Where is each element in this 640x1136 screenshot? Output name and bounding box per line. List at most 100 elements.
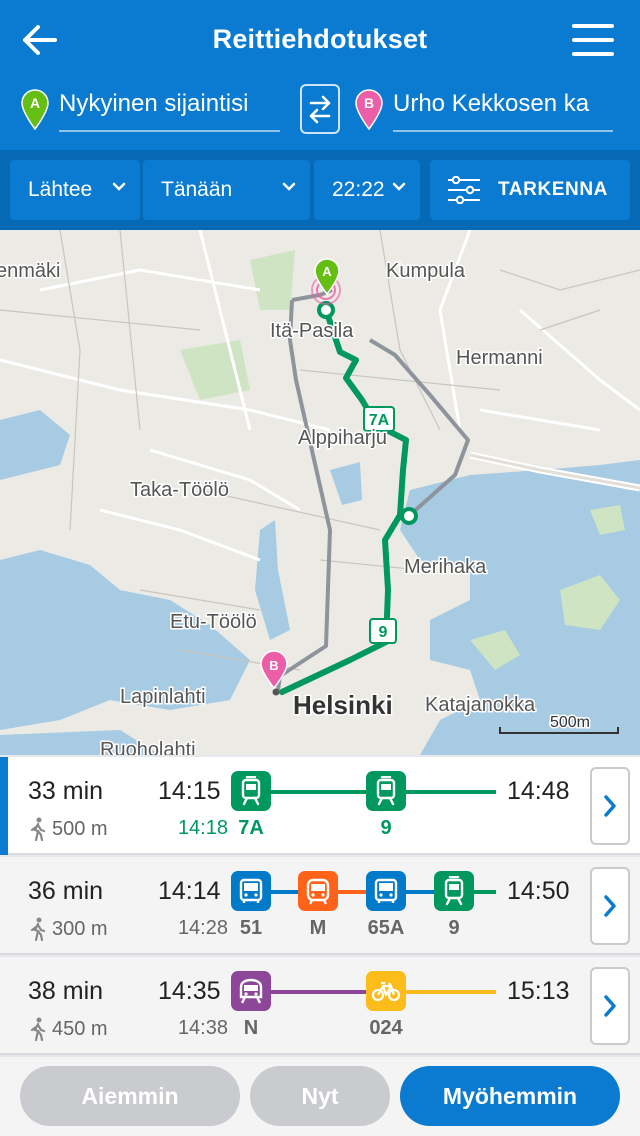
depart-label: Lähtee — [28, 178, 93, 201]
place-label: Lapinlahti — [120, 686, 206, 708]
chevron-down-icon — [112, 182, 126, 191]
line-label: 9 — [448, 917, 460, 939]
route-duration: 36 min — [28, 877, 104, 905]
place-label: enmäki — [0, 260, 60, 282]
route-start-stop — [317, 301, 335, 319]
swap-button[interactable] — [300, 84, 340, 134]
chevron-right-icon — [604, 895, 616, 917]
transfer-stop — [400, 507, 418, 525]
place-label: Ruoholahti — [100, 739, 196, 755]
header: Reittiehdotukset A Nykyinen sijaintisi B… — [0, 0, 640, 230]
leg-line — [270, 890, 300, 894]
place-label: Kumpula — [386, 260, 466, 282]
time-label: 22:22 — [332, 178, 385, 201]
later-button[interactable]: Myöhemmin — [400, 1066, 620, 1126]
walk-icon — [30, 817, 46, 841]
stop-departure-time: 14:38 — [177, 1017, 228, 1039]
stop-departure-time: 14:18 — [177, 817, 228, 839]
top-bar: Reittiehdotukset — [0, 0, 640, 80]
leg-line — [406, 790, 496, 794]
place-label: Katajanokka — [425, 694, 536, 716]
walk-icon — [30, 917, 46, 941]
earlier-button[interactable]: Aiemmin — [20, 1066, 240, 1126]
map-origin-pin-letter: A — [322, 264, 332, 279]
destination-pin-icon: B — [355, 89, 383, 130]
tram-icon — [231, 771, 271, 811]
leg-line — [338, 890, 368, 894]
origin-field[interactable]: Nykyinen sijaintisi — [59, 84, 280, 132]
route-map[interactable]: 7A 9 enmäki Kumpula Itä-Pasila Hermanni … — [0, 230, 640, 755]
route-details-button[interactable] — [590, 767, 630, 845]
walk-distance-value: 300 m — [52, 917, 108, 940]
leg-line — [270, 790, 366, 794]
tram-icon — [366, 771, 406, 811]
menu-button[interactable] — [572, 24, 614, 56]
train-icon — [231, 971, 271, 1011]
leg-line — [270, 990, 366, 994]
map-scale-label: 500m — [550, 714, 590, 731]
time-select[interactable]: 22:22 — [314, 160, 420, 220]
route-end-point — [272, 688, 280, 696]
tram-icon — [434, 871, 474, 911]
citybike-icon — [366, 971, 406, 1011]
walk-icon — [30, 1017, 46, 1041]
place-label: Itä-Pasila — [270, 320, 354, 342]
route-option[interactable]: 38 min 450 m 14:35 14:38 N 024 15:13 — [0, 957, 640, 1055]
route-list: 33 min 500 m 14:15 14:18 7A 9 14:48 36 m… — [0, 757, 640, 1057]
origin-pin-letter: A — [30, 95, 40, 111]
line-label: 65A — [367, 917, 405, 939]
line-label: 9 — [380, 817, 392, 839]
place-label: Alppiharju — [298, 427, 387, 449]
time-navigation: Aiemmin Nyt Myöhemmin — [0, 1057, 640, 1136]
route-duration: 38 min — [28, 977, 104, 1005]
line-label: M — [309, 917, 327, 939]
walk-distance: 450 m — [30, 1017, 108, 1041]
route-details-button[interactable] — [590, 967, 630, 1045]
chevron-right-icon — [604, 995, 616, 1017]
route-details-button[interactable] — [590, 867, 630, 945]
hamburger-icon-bar — [572, 52, 614, 56]
place-label: Merihaka — [404, 556, 487, 578]
place-label: Etu-Töölö — [170, 611, 257, 633]
sliders-icon — [448, 176, 480, 204]
date-label: Tänään — [161, 178, 233, 201]
line-label: 51 — [239, 917, 263, 939]
departure-time: 14:14 — [158, 877, 221, 905]
departure-time: 14:35 — [158, 977, 221, 1005]
walk-distance-value: 450 m — [52, 1017, 108, 1040]
swap-arrows-icon — [309, 95, 331, 124]
stop-departure-time: 14:28 — [177, 917, 228, 939]
map-canvas[interactable]: 7A 9 enmäki Kumpula Itä-Pasila Hermanni … — [0, 230, 640, 755]
date-select[interactable]: Tänään — [143, 160, 310, 220]
departure-time: 14:15 — [158, 777, 221, 805]
arrival-time: 15:13 — [507, 977, 570, 1005]
bus-icon — [231, 871, 271, 911]
destination-field[interactable]: Urho Kekkosen ka — [393, 84, 613, 132]
route-option[interactable]: 33 min 500 m 14:15 14:18 7A 9 14:48 — [0, 757, 640, 855]
walk-distance: 300 m — [30, 917, 108, 941]
place-label: Taka-Töölö — [130, 479, 229, 501]
leg-line — [474, 890, 496, 894]
line-label: 7A — [238, 817, 264, 839]
route-duration: 33 min — [28, 777, 104, 805]
route-option[interactable]: 36 min 300 m 14:14 14:28 51 M 65A 9 14:5… — [0, 857, 640, 955]
chevron-right-icon — [604, 795, 616, 817]
origin-pin-icon: A — [21, 89, 49, 130]
refine-label: TARKENNA — [498, 179, 608, 200]
place-label: Hermanni — [456, 347, 543, 369]
destination-pin-letter: B — [364, 95, 374, 111]
page-title: Reittiehdotukset — [212, 24, 428, 54]
place-label-city: Helsinki — [293, 690, 393, 720]
leg-line — [406, 890, 434, 894]
map-destination-pin-icon[interactable]: B — [260, 650, 288, 690]
depart-arrive-select[interactable]: Lähtee — [10, 160, 140, 220]
refine-button[interactable]: TARKENNA — [430, 160, 630, 220]
metro-icon — [298, 871, 338, 911]
bus-icon — [366, 871, 406, 911]
arrival-time: 14:48 — [507, 777, 570, 805]
chevron-down-icon — [282, 182, 296, 191]
leg-line — [406, 990, 496, 994]
hamburger-icon-bar — [572, 38, 614, 42]
walk-distance-value: 500 m — [52, 817, 108, 840]
now-button[interactable]: Nyt — [250, 1066, 390, 1126]
